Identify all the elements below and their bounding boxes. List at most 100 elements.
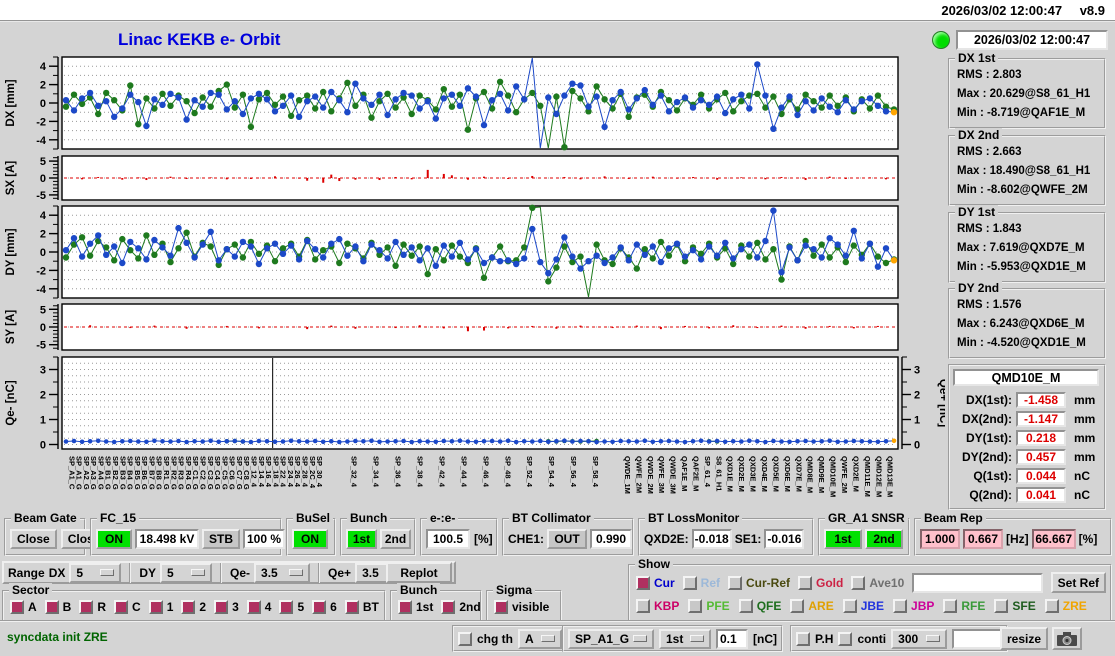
sector-6-checkbox[interactable]: 6 [312, 600, 337, 614]
sector-a-checkbox[interactable]: A [10, 600, 37, 614]
checkbox-indicator-icon [279, 600, 294, 614]
svg-text:QMD12E_M: QMD12E_M [874, 456, 883, 497]
beam-gate-close-button-1[interactable]: Close [10, 529, 57, 549]
monitor-row-value: 0.457 [1016, 449, 1066, 465]
show-label: SFE [1012, 599, 1036, 613]
range-qem-select[interactable]: 3.5 [254, 562, 311, 583]
extra-input[interactable] [952, 628, 1003, 649]
show-are-checkbox[interactable]: ARE [790, 599, 834, 613]
threshold-input[interactable] [716, 628, 748, 649]
ref-name-input[interactable] [912, 572, 1043, 593]
che1-state-button[interactable]: OUT [547, 529, 588, 549]
bunch-1st-button[interactable]: 1st [346, 529, 377, 549]
show-cur-checkbox[interactable]: Cur [636, 575, 675, 590]
stat-min: Min : -8.719@QAF1E_M [957, 107, 1086, 119]
bunch-2nd-checkbox[interactable]: 2nd [441, 600, 481, 614]
svg-text:QMD10E_M: QMD10E_M [829, 456, 838, 497]
bunch-2nd-button[interactable]: 2nd [380, 529, 411, 549]
ph-label: P.H [815, 631, 834, 646]
svg-text:0: 0 [40, 247, 46, 259]
window-titlebar: 2026/03/02 12:00:47 v8.9 [0, 0, 1115, 22]
monitor-row: DY(1st): 0.218 mm [952, 430, 1104, 446]
show-ref-checkbox[interactable]: Ref [682, 575, 720, 590]
svg-text:0: 0 [914, 440, 920, 452]
resize-button[interactable]: resize [1000, 627, 1049, 650]
sector-label: 5 [297, 600, 305, 614]
show-kbp-checkbox[interactable]: KBP [636, 599, 679, 613]
element-name-axis: SP_A1_CSP_A1_GSP_A2_GSP_A3_GSP_A4_GSP_B1… [67, 456, 894, 497]
show-label: ARE [808, 599, 834, 613]
stats-legend: DY 2nd [955, 281, 1003, 295]
show-zre-checkbox[interactable]: ZRE [1044, 599, 1087, 613]
sp-bunch-select[interactable]: 1st [659, 628, 711, 649]
show-jbe-checkbox[interactable]: JBE [842, 599, 884, 613]
gr-snsr-1st-button[interactable]: 1st [824, 529, 862, 549]
sector-b-checkbox[interactable]: B [44, 600, 71, 614]
show-jbp-checkbox[interactable]: JBP [893, 599, 934, 613]
set-ref-button[interactable]: Set Ref [1050, 572, 1106, 593]
sector-4-checkbox[interactable]: 4 [246, 600, 271, 614]
checkbox-indicator-icon [10, 600, 24, 614]
sector-5-checkbox[interactable]: 5 [279, 600, 304, 614]
sector-label: 1 [166, 600, 174, 614]
che1-label: CHE1: [508, 532, 545, 546]
svg-text:QMD11E_M: QMD11E_M [863, 456, 872, 497]
range-dy-select[interactable]: 5 [160, 562, 213, 583]
show-label: Cur [654, 575, 675, 590]
range-dx-label: DX [48, 565, 66, 580]
beam-rep-value-2: 0.667 [963, 529, 1003, 549]
bunch-label: 2nd [459, 600, 481, 614]
stats-legend: DX 1st [955, 51, 999, 65]
status-datetime-field: 2026/03/02 12:00:47 [956, 30, 1108, 50]
checkbox-indicator-icon [994, 599, 1009, 613]
sector-1-checkbox[interactable]: 1 [148, 600, 174, 614]
gr-snsr-2nd-button[interactable]: 2nd [865, 529, 903, 549]
show-gold-checkbox[interactable]: Gold [798, 575, 843, 590]
checkbox-indicator-icon [682, 575, 697, 590]
monitor-row-label: Q(2nd): [969, 488, 1012, 502]
se1-value-field: -0.016 [764, 529, 805, 549]
conti-checkbox[interactable] [838, 631, 853, 646]
fc15-stb-button[interactable]: STB [202, 529, 240, 549]
sector-label: C [132, 600, 141, 614]
sector-bt-checkbox[interactable]: BT [344, 600, 379, 614]
checkbox-indicator-icon [943, 599, 958, 613]
monitor-row-unit: mm [1074, 412, 1096, 426]
monitor-row-label: Q(1st): [973, 469, 1012, 483]
checkbox-indicator-icon [851, 575, 866, 590]
titlebar-date: 2026/03/02 12:00:47 [941, 3, 1063, 18]
replot-button[interactable]: Replot [386, 562, 452, 583]
show-label: ZRE [1062, 599, 1087, 613]
stat-rms: RMS : 2.803 [957, 69, 1022, 81]
range-qem-value: 3.5 [261, 565, 278, 580]
chg-th-select[interactable]: A [518, 628, 562, 649]
show-ave10-checkbox[interactable]: Ave10 [851, 575, 904, 590]
chg-th-checkbox[interactable] [458, 631, 472, 646]
sector-c-checkbox[interactable]: C [114, 600, 141, 614]
sigma-visible-checkbox[interactable]: visible [494, 600, 549, 614]
sp-select[interactable]: SP_A1_G [568, 628, 654, 649]
svg-text:QXD3E_M: QXD3E_M [749, 456, 758, 492]
show-qfe-checkbox[interactable]: QFE [738, 599, 781, 613]
bunch-1st-checkbox[interactable]: 1st [398, 600, 433, 614]
svg-text:3: 3 [40, 365, 46, 377]
sector-3-checkbox[interactable]: 3 [214, 600, 239, 614]
svg-text:QMD9E_M: QMD9E_M [817, 456, 826, 493]
sector-r-checkbox[interactable]: R [79, 600, 106, 614]
fc15-on-button[interactable]: ON [96, 529, 132, 549]
busel-on-button[interactable]: ON [292, 529, 328, 549]
show-sfe-checkbox[interactable]: SFE [994, 599, 1036, 613]
svg-text:1: 1 [40, 415, 46, 427]
se1-label: SE1: [734, 532, 762, 546]
count-select[interactable]: 300 [891, 628, 948, 649]
show-rfe-checkbox[interactable]: RFE [943, 599, 985, 613]
camera-button[interactable] [1052, 627, 1082, 650]
ph-checkbox[interactable] [796, 631, 810, 646]
checkbox-indicator-icon [148, 600, 163, 614]
show-cur-ref-checkbox[interactable]: Cur-Ref [728, 575, 790, 590]
stat-max: Max : 6.243@QXD6E_M [957, 318, 1085, 330]
show-pfe-checkbox[interactable]: PFE [688, 599, 730, 613]
sector-2-checkbox[interactable]: 2 [181, 600, 206, 614]
range-dx-select[interactable]: 5 [69, 562, 122, 583]
checkbox-indicator-icon [728, 575, 743, 590]
